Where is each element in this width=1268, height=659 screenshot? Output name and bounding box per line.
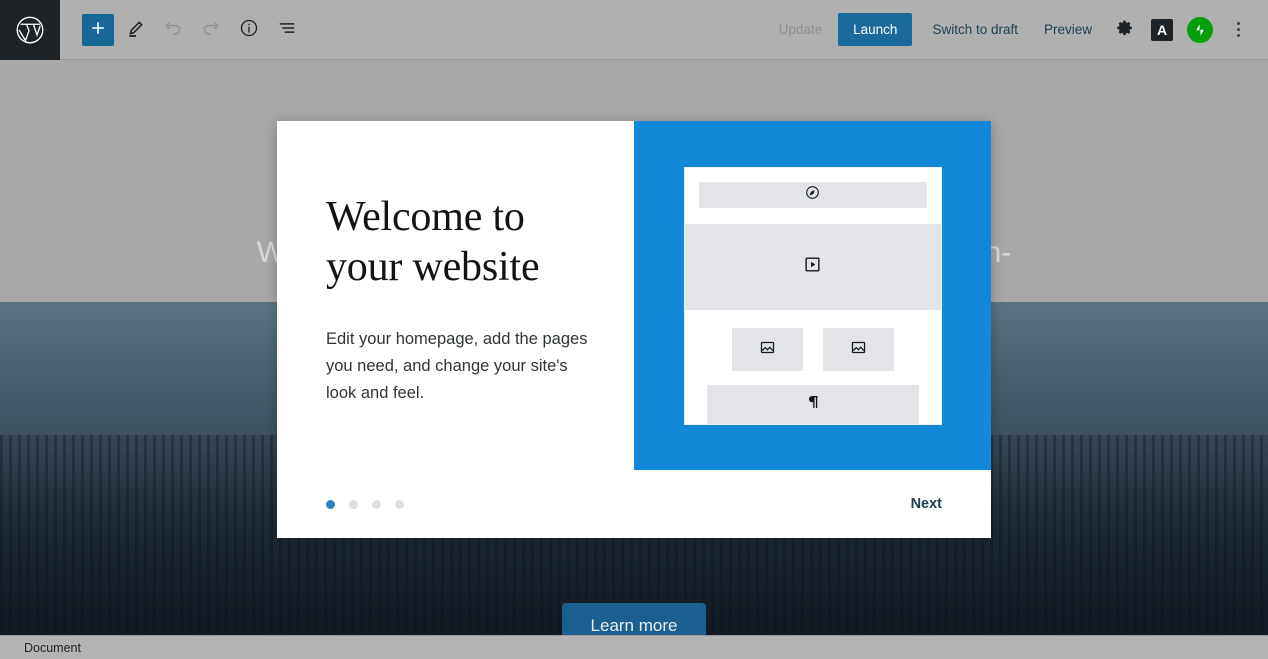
more-options-button[interactable] <box>1220 12 1256 48</box>
update-button[interactable]: Update <box>767 14 835 45</box>
compass-icon <box>804 184 821 206</box>
preview-button[interactable]: Preview <box>1032 14 1104 45</box>
wordpress-logo-button[interactable] <box>0 0 60 60</box>
modal-title: Welcome to your website <box>326 194 540 290</box>
modal-text-panel: Welcome to your website Edit your homepa… <box>277 121 634 470</box>
mockup-nav-block <box>698 181 927 209</box>
image-icon <box>850 339 867 361</box>
mockup-image-block-right <box>822 328 894 372</box>
redo-button[interactable] <box>194 13 228 47</box>
undo-icon <box>163 18 183 41</box>
toolbar-right-tools: Update Launch Switch to draft Preview A <box>767 12 1268 48</box>
pagination-dot-2[interactable] <box>349 499 358 509</box>
details-button[interactable] <box>232 13 266 47</box>
jetpack-icon <box>1187 16 1213 43</box>
launch-button[interactable]: Launch <box>838 13 913 46</box>
welcome-guide-modal: Welcome to your website Edit your homepa… <box>277 121 991 538</box>
pagination-dots <box>326 499 404 509</box>
modal-illustration-panel <box>634 121 991 470</box>
pencil-icon <box>126 19 145 41</box>
plus-icon <box>89 19 107 40</box>
mockup-columns-block <box>685 328 941 372</box>
settings-button[interactable] <box>1106 12 1142 48</box>
learn-more-button[interactable]: Learn more <box>562 603 706 635</box>
next-button[interactable]: Next <box>911 496 942 512</box>
page-mockup-illustration <box>684 167 941 424</box>
pilcrow-icon <box>805 393 821 416</box>
status-bar-label: Document <box>24 640 81 655</box>
edit-tool-button[interactable] <box>118 13 152 47</box>
typography-button[interactable]: A <box>1144 12 1180 48</box>
video-play-icon <box>803 255 822 279</box>
mockup-image-block-left <box>731 328 803 372</box>
gear-icon <box>1115 19 1134 41</box>
toolbar-left-tools <box>60 13 304 47</box>
redo-icon <box>201 18 221 41</box>
list-view-icon <box>277 18 297 41</box>
pagination-dot-4[interactable] <box>395 499 404 509</box>
editor-toolbar: Update Launch Switch to draft Preview A <box>0 0 1268 60</box>
modal-description: Edit your homepage, add the pages you ne… <box>326 330 588 402</box>
mockup-video-block <box>684 224 941 311</box>
switch-to-draft-button[interactable]: Switch to draft <box>920 14 1030 45</box>
kebab-menu-icon <box>1236 22 1240 37</box>
block-navigation-button[interactable] <box>270 13 304 47</box>
pagination-dot-1[interactable] <box>326 499 335 509</box>
mockup-paragraph-block <box>706 385 919 424</box>
add-block-button[interactable] <box>82 13 114 46</box>
modal-footer: Next <box>277 470 991 538</box>
image-icon <box>759 339 776 361</box>
letter-a-badge-icon: A <box>1151 18 1173 41</box>
modal-body: Welcome to your website Edit your homepa… <box>277 121 991 470</box>
wordpress-logo-icon <box>15 15 45 45</box>
jetpack-button[interactable] <box>1182 12 1218 48</box>
status-bar: Document <box>0 635 1268 659</box>
info-icon <box>239 18 259 41</box>
pagination-dot-3[interactable] <box>372 499 381 509</box>
undo-button[interactable] <box>156 13 190 47</box>
